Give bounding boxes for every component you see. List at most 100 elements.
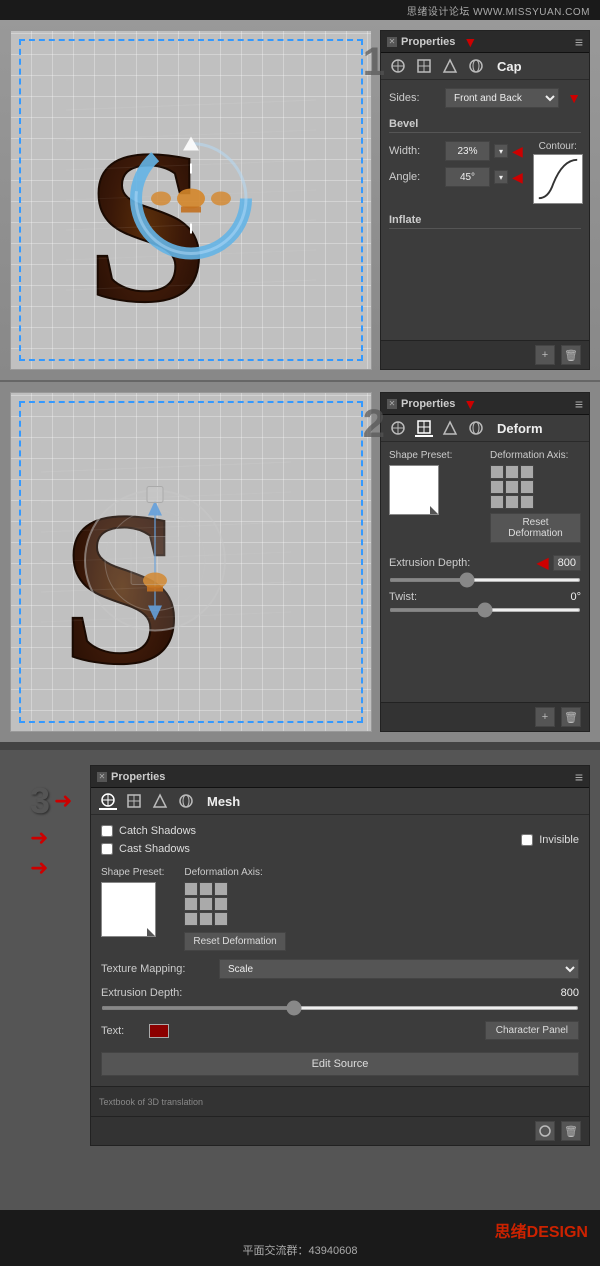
deform-cell-6[interactable] <box>520 480 534 494</box>
shape-preset-col-3: Shape Preset: <box>101 867 164 951</box>
cast-shadows-row: Cast Shadows <box>101 843 196 855</box>
inflate-header: Inflate <box>389 210 581 229</box>
footer-content: 思绪DESIGN <box>12 1218 588 1242</box>
shape-preset-box-3[interactable] <box>101 882 156 937</box>
deform-cell-1[interactable] <box>490 465 504 479</box>
orbit-svg-2 <box>75 481 235 641</box>
extrusion-value-2: 800 <box>553 555 581 571</box>
icon-env-2[interactable] <box>467 419 485 437</box>
icon-cap-1[interactable] <box>441 57 459 75</box>
icon-toolbar-1: Cap <box>381 53 589 80</box>
shape-preset-box-2[interactable] <box>389 465 439 515</box>
angle-input[interactable] <box>445 167 490 187</box>
edit-source-container: Edit Source <box>101 1052 579 1076</box>
icon-deform-2[interactable] <box>415 419 433 437</box>
deform-cell-3-7[interactable] <box>184 912 198 926</box>
shape-preset-label-3: Shape Preset: <box>101 867 164 878</box>
panel-close-1[interactable]: ✕ <box>387 37 397 47</box>
bevel-left: Width: ▾ ◀ Angle: ▾ <box>389 141 523 187</box>
contour-label: Contour: <box>539 141 577 152</box>
deform-cell-3-5[interactable] <box>199 897 213 911</box>
icon-mesh-1[interactable] <box>389 57 407 75</box>
footer-add-2[interactable]: + <box>535 707 555 727</box>
deform-cell-3-2[interactable] <box>199 882 213 896</box>
width-red-arrow: ◀ <box>512 143 523 160</box>
catch-shadows-checkbox[interactable] <box>101 825 113 837</box>
text-row: Text: Character Panel <box>101 1021 579 1040</box>
panel-content-1: Sides: Front and Back ▼ Bevel Width: <box>381 80 589 340</box>
deform-cell-3-1[interactable] <box>184 882 198 896</box>
step-3-annotation: 3 ➜ <box>30 780 72 822</box>
panel-titlebar-left-1: ✕ Properties ▼ <box>387 34 477 50</box>
shape-preset-col: Shape Preset: <box>389 450 480 543</box>
invisible-label: Invisible <box>539 834 579 846</box>
footer-add-1[interactable]: + <box>535 345 555 365</box>
footer-trash-1[interactable]: 🗑 <box>561 345 581 365</box>
panel-close-2[interactable]: ✕ <box>387 399 397 409</box>
footer-trash-2[interactable]: 🗑 <box>561 707 581 727</box>
cast-shadows-checkbox[interactable] <box>101 843 113 855</box>
panel-menu-1[interactable]: ≡ <box>575 34 583 50</box>
deform-cell-3-4[interactable] <box>184 897 198 911</box>
cast-shadows-label: Cast Shadows <box>119 843 190 855</box>
icon-env-1[interactable] <box>467 57 485 75</box>
extrusion-slider-2[interactable] <box>389 578 581 582</box>
preset-box-arrow-3 <box>147 928 155 936</box>
invisible-checkbox[interactable] <box>521 834 533 846</box>
deform-cell-3-8[interactable] <box>199 912 213 926</box>
extrusion-row-3: Extrusion Depth: 800 <box>101 987 579 1013</box>
twist-slider-2[interactable] <box>389 608 581 612</box>
deform-cell-2[interactable] <box>505 465 519 479</box>
title-arrow-2: ▼ <box>463 396 477 412</box>
reset-deformation-btn-3[interactable]: Reset Deformation <box>184 932 285 951</box>
width-label: Width: <box>389 145 439 157</box>
deform-cell-5[interactable] <box>505 480 519 494</box>
panel-titlebar-1: ✕ Properties ▼ ≡ <box>381 31 589 53</box>
panel-menu-2[interactable]: ≡ <box>575 396 583 412</box>
panel-titlebar-2: ✕ Properties ▼ ≡ <box>381 393 589 415</box>
sides-row: Sides: Front and Back ▼ <box>389 88 581 108</box>
extrusion-slider-3[interactable] <box>101 1006 579 1010</box>
sides-arrow: ▼ <box>567 90 581 106</box>
angle-down-btn[interactable]: ▾ <box>494 170 508 184</box>
footer-icon-3b[interactable]: 🗑 <box>561 1121 581 1141</box>
deform-cell-3-6[interactable] <box>214 897 228 911</box>
icon-mesh-2[interactable] <box>389 419 407 437</box>
deform-cell-7[interactable] <box>490 495 504 509</box>
texture-mapping-label: Texture Mapping: <box>101 963 211 975</box>
footer-icon-3a[interactable] <box>535 1121 555 1141</box>
deform-cell-9[interactable] <box>520 495 534 509</box>
reset-deformation-btn-2[interactable]: Reset Deformation <box>490 513 581 543</box>
angle-red-arrow: ◀ <box>512 169 523 186</box>
panel-close-3[interactable]: ✕ <box>97 772 107 782</box>
icon-cap-2[interactable] <box>441 419 459 437</box>
deform-cell-3[interactable] <box>520 465 534 479</box>
edit-source-btn[interactable]: Edit Source <box>101 1052 579 1076</box>
icon-mesh-3[interactable] <box>99 792 117 810</box>
icon-deform-3[interactable] <box>125 792 143 810</box>
character-panel-btn[interactable]: Character Panel <box>485 1021 579 1040</box>
canvas-area-2: S <box>10 392 372 732</box>
width-down-btn[interactable]: ▾ <box>494 144 508 158</box>
deform-cell-3-9[interactable] <box>214 912 228 926</box>
deform-cell-4[interactable] <box>490 480 504 494</box>
catch-shadows-row: Catch Shadows <box>101 825 196 837</box>
icon-env-3[interactable] <box>177 792 195 810</box>
icon-cap-3[interactable] <box>151 792 169 810</box>
icon-toolbar-2: Deform <box>381 415 589 442</box>
width-input[interactable] <box>445 141 490 161</box>
text-color-box[interactable] <box>149 1024 169 1038</box>
footer-brand: 思绪DESIGN <box>495 1218 588 1242</box>
sides-select[interactable]: Front and Back <box>445 88 559 108</box>
panel-footer-2: + 🗑 <box>381 702 589 731</box>
texture-mapping-select[interactable]: Scale <box>219 959 579 979</box>
section-1: 1 S <box>0 20 600 380</box>
deform-cell-8[interactable] <box>505 495 519 509</box>
deform-cell-3-3[interactable] <box>214 882 228 896</box>
icon-deform-1[interactable] <box>415 57 433 75</box>
panel-menu-3[interactable]: ≡ <box>575 769 583 785</box>
footer-qq-row: 平面交流群：43940608 <box>12 1242 588 1258</box>
shape-preset-label-2: Shape Preset: <box>389 450 480 461</box>
arc-svg-1 <box>121 129 261 269</box>
contour-box[interactable] <box>533 154 583 204</box>
